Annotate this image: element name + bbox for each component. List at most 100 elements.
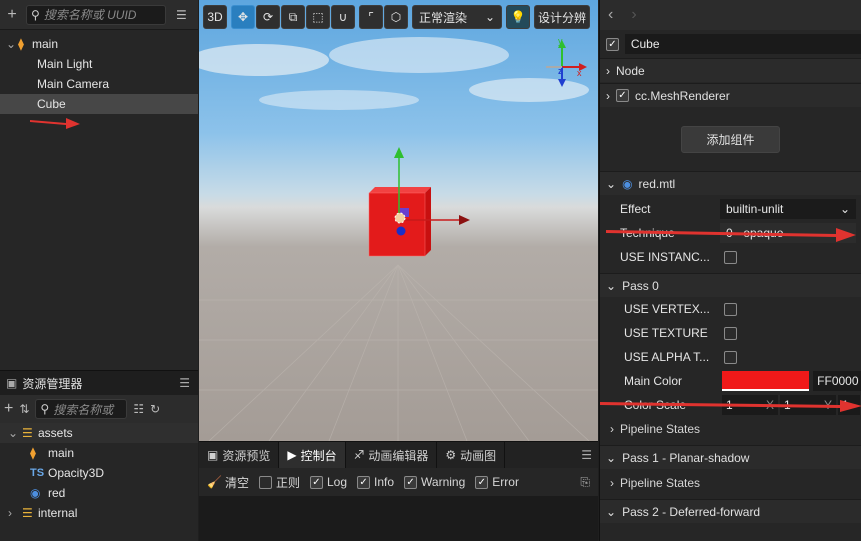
rect-tool-icon[interactable]: ⬚ — [306, 5, 330, 29]
refresh-icon[interactable]: ↻ — [150, 402, 160, 416]
collapse-all-icon[interactable]: ☰ — [176, 8, 187, 22]
add-node-icon[interactable]: + — [4, 6, 20, 24]
pass0-section[interactable]: ⌄ Pass 0 — [600, 273, 861, 297]
assets-search-input[interactable]: ⚲ 搜索名称或 — [35, 399, 128, 419]
use-instancing-row: USE INSTANC... — [600, 245, 861, 269]
design-resolution-select[interactable]: 设计分辨 — [534, 5, 590, 29]
console-toolbar: 🧹 清空 正则 ✓ Log ✓ Info ✓ Warning ✓ Error ⎘ — [199, 468, 598, 496]
tab-animation-graph[interactable]: ⚙ 动画图 — [437, 442, 506, 468]
gizmo-x-label: x — [577, 68, 582, 78]
effect-select[interactable]: builtin-unlit ⌄ — [720, 199, 856, 219]
tab-asset-preview[interactable]: ▣ 资源预览 — [199, 442, 280, 468]
checkbox-checked: ✓ — [309, 475, 323, 489]
tree-item-asset-red[interactable]: ◉ red — [0, 483, 198, 503]
main-color-hex-input[interactable]: FF0000 — [813, 371, 861, 391]
terminal-icon: ▶ — [287, 448, 297, 462]
chevron-down-icon: ⌄ — [606, 176, 617, 191]
node-name-input[interactable]: Cube — [624, 34, 861, 54]
filter-label: Log — [326, 475, 348, 489]
pass1-section[interactable]: ⌄ Pass 1 - Planar-shadow — [600, 445, 861, 469]
tree-item-assets[interactable]: ⌄ ☰ assets — [0, 423, 198, 443]
add-asset-icon[interactable]: + — [4, 400, 13, 418]
chevron-down-icon: ⌄ — [484, 10, 495, 24]
use-alpha-row: USE ALPHA T... — [600, 345, 861, 369]
effect-label: Effect — [620, 202, 651, 216]
tab-console[interactable]: ▶ 控制台 — [279, 442, 346, 468]
hierarchy-search-input[interactable]: ⚲ 搜索名称或 UUID — [26, 4, 166, 25]
tree-item-main[interactable]: ⌄ ⧫ main — [0, 34, 198, 54]
toggle-3d-button[interactable]: 3D — [203, 5, 227, 29]
use-texture-checkbox[interactable] — [724, 326, 737, 340]
checkbox-checked: ✓ — [404, 475, 418, 489]
sort-icon[interactable]: ⇅ — [19, 402, 29, 416]
tree-item-asset-opacity3d[interactable]: TS Opacity3D — [0, 463, 198, 483]
scale-tool-icon[interactable]: ⧉ — [281, 5, 305, 29]
back-arrow-icon[interactable]: ‹ — [608, 6, 613, 24]
filter-label: Warning — [421, 475, 466, 489]
filter-icon[interactable]: ☷ — [133, 402, 144, 416]
tree-item-internal[interactable]: › ☰ internal — [0, 503, 198, 523]
chevron-right-icon: › — [606, 63, 610, 78]
use-vertex-label: USE VERTEX... — [624, 302, 710, 316]
effect-row: Effect builtin-unlit ⌄ — [600, 197, 861, 221]
pivot-icon[interactable]: ⌜ — [359, 5, 383, 29]
tree-item-label: Main Camera — [37, 77, 110, 91]
pipeline-states-label: Pipeline States — [620, 476, 701, 490]
console-tabbar: ▣ 资源预览 ▶ 控制台 ♐ 动画编辑器 ⚙ 动画图 ☰ — [199, 442, 598, 468]
menu-icon[interactable]: ☰ — [179, 376, 190, 390]
tab-label: 动画编辑器 — [368, 448, 429, 463]
main-color-swatch[interactable] — [721, 371, 810, 391]
warning-filter-checkbox[interactable]: ✓ Warning — [404, 475, 465, 489]
move-tool-icon[interactable]: ✥ — [231, 5, 255, 29]
pass2-section[interactable]: ⌄ Pass 2 - Deferred-forward — [600, 499, 861, 523]
preview-icon: ▣ — [207, 448, 219, 462]
pipeline-states-row-1[interactable]: › Pipeline States — [600, 471, 861, 495]
tree-item-label: red — [48, 486, 66, 500]
mesh-renderer-section[interactable]: › ✓ cc.MeshRenderer — [600, 83, 861, 107]
use-instancing-checkbox[interactable] — [724, 250, 737, 264]
clear-button[interactable]: 🧹 清空 — [207, 474, 249, 491]
scene-view[interactable]: y z x 3D ✥ ⟳ ⧉ ⬚ ∪ ⌜ ⬡ 正常渲染 ⌄ 💡 设计分辨 — [199, 0, 598, 441]
section-title: cc.MeshRenderer — [635, 88, 730, 103]
annotation-arrow — [606, 228, 856, 242]
inspector-nav: ‹ › — [600, 0, 861, 30]
database-icon: ☰ — [22, 426, 33, 440]
pipeline-states-row-0[interactable]: › Pipeline States — [600, 417, 861, 441]
chevron-down-icon: ⌄ — [6, 37, 17, 51]
annotation-arrow — [600, 400, 861, 412]
regex-checkbox[interactable]: 正则 — [258, 474, 300, 491]
tree-item-asset-main[interactable]: ⧫ main — [0, 443, 198, 463]
node-active-checkbox[interactable]: ✓ — [606, 37, 619, 51]
material-section[interactable]: ⌄ ◉ red.mtl — [600, 171, 861, 195]
info-filter-checkbox[interactable]: ✓ Info — [357, 475, 394, 489]
main-color-label: Main Color — [624, 374, 683, 388]
render-mode-select[interactable]: 正常渲染 ⌄ — [412, 5, 502, 29]
tree-item-main-camera[interactable]: Main Camera — [0, 74, 198, 94]
assets-panel: ▣ 资源管理器 ☰ + ⇅ ⚲ 搜索名称或 ☷ ↻ ⌄ ☰ assets ⧫ m… — [0, 370, 198, 541]
use-alpha-checkbox[interactable] — [724, 350, 737, 364]
material-icon: ◉ — [622, 176, 633, 191]
copy-icon[interactable]: ⎘ — [580, 475, 590, 490]
snap-tool-icon[interactable]: ∪ — [331, 5, 355, 29]
menu-icon[interactable]: ☰ — [581, 448, 592, 462]
error-filter-checkbox[interactable]: ✓ Error — [475, 475, 519, 489]
tree-item-main-light[interactable]: Main Light — [0, 54, 198, 74]
node-section[interactable]: › Node — [600, 58, 861, 82]
add-component-button[interactable]: 添加组件 — [681, 125, 780, 153]
render-mode-value: 正常渲染 — [419, 10, 468, 25]
rotate-tool-icon[interactable]: ⟳ — [256, 5, 280, 29]
tab-animation-editor[interactable]: ♐ 动画编辑器 — [346, 442, 438, 468]
hierarchy-panel: + ⚲ 搜索名称或 UUID ☰ ⌄ ⧫ main Main Light Mai… — [0, 0, 198, 370]
light-bulb-icon[interactable]: 💡 — [506, 5, 530, 29]
tree-item-label: Opacity3D — [48, 466, 105, 480]
component-enabled-checkbox[interactable]: ✓ — [616, 89, 629, 102]
local-space-icon[interactable]: ⬡ — [384, 5, 408, 29]
section-title: Pass 1 - Planar-shadow — [622, 450, 750, 465]
tree-item-cube[interactable]: Cube — [0, 94, 198, 114]
scene-icon: ⧫ — [30, 446, 36, 460]
use-vertex-checkbox[interactable] — [724, 302, 737, 316]
log-filter-checkbox[interactable]: ✓ Log — [309, 475, 348, 489]
filter-label: Error — [492, 475, 519, 489]
use-instancing-label: USE INSTANC... — [620, 250, 710, 264]
forward-arrow-icon[interactable]: › — [631, 6, 636, 24]
